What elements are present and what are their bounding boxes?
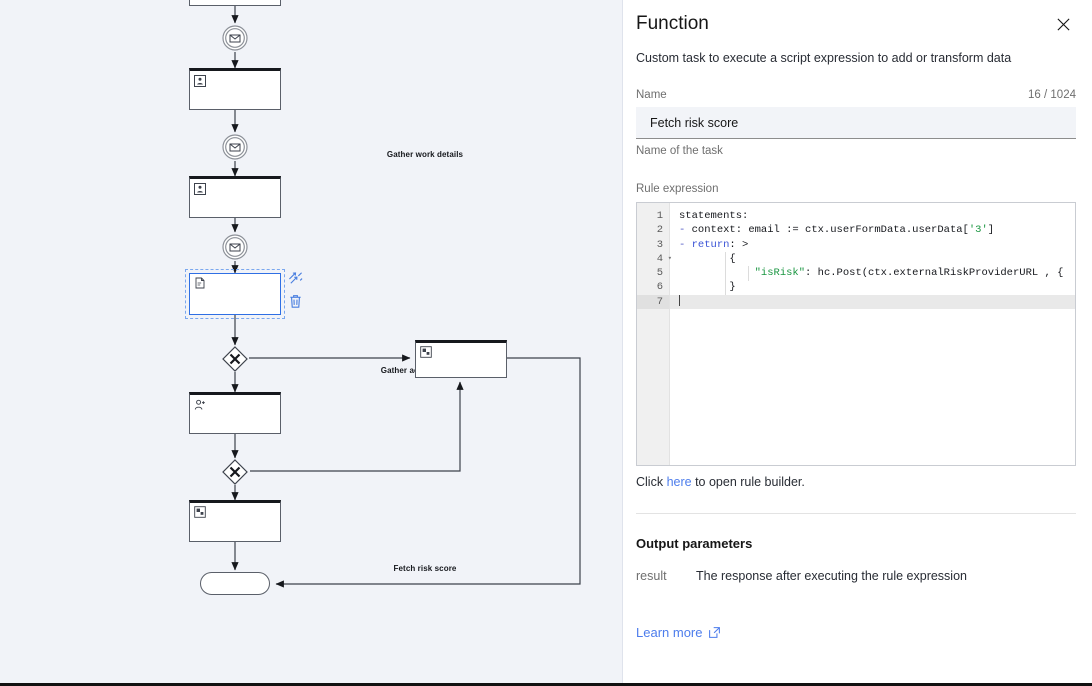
node-msg-event-1[interactable] (222, 25, 248, 51)
gutter-line: 6 (656, 281, 663, 294)
flow-connectors (231, 6, 581, 588)
code-line (670, 294, 1075, 310)
name-char-count: 16 / 1024 (1028, 89, 1076, 101)
text-cursor (679, 294, 680, 306)
code-token: { (679, 252, 736, 265)
gutter-line-active: 7 (637, 294, 669, 310)
rule-builder-prefix: Click (636, 475, 667, 489)
node-fetch-risk-score[interactable]: Fetch risk score (185, 269, 456, 573)
code-line: } (670, 280, 1075, 294)
indent-guide (725, 252, 726, 295)
rule-builder-hint: Click here to open rule builder. (636, 475, 1076, 489)
panel-header: Function (636, 0, 1076, 36)
node-msg-event-2[interactable] (222, 134, 248, 160)
node-create-user[interactable]: Create user (189, 392, 281, 434)
name-field-row: Name 16 / 1024 (636, 89, 1076, 101)
page-title: Function (636, 13, 709, 34)
code-token: : > (729, 238, 749, 251)
gutter-line: 5 (656, 267, 663, 280)
node-msg-event-3[interactable] (222, 234, 248, 260)
code-token: ] (987, 224, 995, 237)
node-account-creation[interactable]: Account creation (189, 500, 281, 542)
code-token: - (679, 224, 692, 237)
learn-more-label: Learn more (636, 625, 703, 640)
node-top-task[interactable] (189, 0, 281, 6)
service-task-icon (420, 346, 432, 358)
node-gateway-1[interactable] (222, 346, 248, 372)
code-token: '3' (968, 224, 988, 237)
name-field-label: Name (636, 89, 667, 101)
code-token: - (679, 238, 692, 251)
node-error[interactable]: Error (415, 340, 507, 378)
node-gateway-2[interactable] (222, 459, 248, 485)
connect-icon[interactable] (288, 272, 303, 287)
code-token: context: email := ctx.userFormData.userD… (691, 224, 969, 237)
learn-more-link[interactable]: Learn more (636, 625, 721, 640)
node-end-event[interactable]: End event (200, 572, 270, 595)
gutter-line: 2 (656, 224, 663, 237)
gutter-line-fold[interactable]: 4 ▾ (637, 252, 672, 266)
code-line: - context: email := ctx.userFormData.use… (670, 223, 1075, 237)
rule-expression-label: Rule expression (636, 183, 719, 195)
gutter-line-number: 4 (656, 252, 663, 265)
code-token: "isRisk" (754, 267, 806, 280)
user-task-icon (194, 75, 206, 87)
user-task-icon (194, 183, 206, 195)
code-line: - return: > (670, 238, 1075, 252)
gutter-line: 1 (656, 210, 663, 222)
trash-icon[interactable] (288, 294, 303, 309)
output-param-key: result (636, 569, 667, 583)
code-line: "isRisk": hc.Post(ctx.externalRiskProvid… (670, 266, 1075, 280)
code-line: { (670, 252, 1075, 266)
code-token: } (679, 281, 736, 294)
add-user-icon (194, 399, 206, 411)
code-token: : hc.Post(ctx.externalRiskProviderURL , … (805, 267, 1064, 280)
node-gather-account[interactable]: Gather account details (189, 176, 469, 375)
gutter-line: 3 (656, 238, 663, 251)
script-task-icon (194, 277, 206, 289)
external-link-icon (708, 626, 721, 639)
code-token: return (691, 238, 730, 251)
editor-code-area[interactable]: statements: - context: email := ctx.userF… (670, 203, 1075, 465)
output-param-value: The response after executing the rule ex… (696, 569, 967, 583)
code-token: statements: (679, 210, 749, 222)
code-line: statements: (670, 209, 1075, 223)
node-gather-work[interactable]: Gather work details (189, 68, 463, 159)
properties-panel: Function Custom task to execute a script… (623, 0, 1092, 683)
section-divider (636, 513, 1076, 514)
editor-gutter: 1 2 3 4 ▾ 5 6 7 (637, 203, 672, 465)
rule-builder-suffix: to open rule builder. (691, 475, 805, 489)
name-input[interactable] (636, 107, 1076, 139)
panel-description: Custom task to execute a script expressi… (636, 51, 1012, 65)
close-icon[interactable] (1052, 13, 1074, 35)
name-helper-text: Name of the task (636, 145, 723, 157)
service-task-icon (194, 506, 206, 518)
output-parameters-title: Output parameters (636, 536, 753, 551)
flow-canvas[interactable]: Gather work details Gather account detai… (0, 0, 623, 683)
rule-expression-editor[interactable]: 1 2 3 4 ▾ 5 6 7 statements: - context: ema… (636, 202, 1076, 466)
indent-guide (748, 266, 749, 281)
rule-builder-link[interactable]: here (667, 475, 692, 489)
table-row: result The response after executing the … (636, 569, 1076, 583)
